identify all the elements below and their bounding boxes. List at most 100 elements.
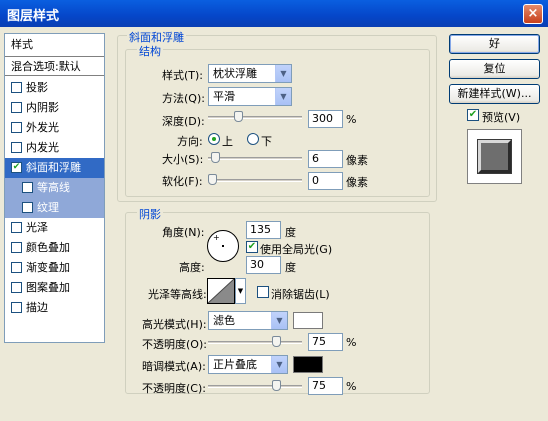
style-checkbox[interactable] [11,262,22,273]
style-list-item[interactable]: 等高线 [5,178,104,198]
style-checkbox[interactable] [22,202,33,213]
depth-input[interactable]: 300 [308,110,343,128]
style-checkbox[interactable] [11,282,22,293]
style-list-item-label: 内发光 [26,141,59,154]
style-checkbox[interactable]: ✔ [11,162,22,173]
style-list-item-label: 斜面和浮雕 [26,161,81,174]
style-preview [467,129,522,184]
style-list-item-label: 描边 [26,301,48,314]
shadow-color-swatch[interactable] [293,356,323,373]
style-checkbox[interactable] [11,142,22,153]
size-unit: 像素 [346,154,368,167]
direction-down-radio[interactable] [247,133,259,145]
crosshair-icon: + [213,233,220,242]
shadow-opacity-input[interactable]: 75 [308,377,343,395]
antialias-label: 消除锯齿(L) [271,288,330,301]
altitude-unit: 度 [285,261,296,274]
highlight-mode-select[interactable]: 滤色 ▼ [208,311,288,330]
blend-options-item[interactable]: 混合选项:默认 [5,56,104,76]
style-list-item[interactable]: 纹理 [5,198,104,218]
style-list-item[interactable]: 内发光 [5,138,104,158]
ok-button[interactable]: 好 [449,34,540,54]
shadow-opacity-thumb[interactable] [272,380,281,391]
highlight-opacity-input[interactable]: 75 [308,333,343,351]
style-label: 样式(T): [162,69,204,82]
style-list-item[interactable]: 描边 [5,298,104,318]
shadow-mode-value: 正片叠底 [213,358,257,371]
shadow-opacity-unit: % [346,380,357,393]
highlight-mode-label: 高光模式(H): [142,318,207,331]
style-list-item[interactable]: ✔ 斜面和浮雕 [5,158,104,178]
soften-slider-track[interactable] [208,179,302,182]
style-select-value: 枕状浮雕 [213,67,257,80]
angle-wheel-center [222,245,224,247]
blend-options-label: 混合选项:默认 [11,60,81,73]
depth-unit: % [346,113,357,126]
new-style-button[interactable]: 新建样式(W)... [449,84,540,104]
depth-slider-thumb[interactable] [234,111,243,122]
preview-checkbox[interactable]: ✔ [467,109,479,121]
shadow-opacity-track[interactable] [208,385,302,388]
style-list-item[interactable]: 图案叠加 [5,278,104,298]
chevron-down-icon: ▼ [271,356,287,373]
size-slider-track[interactable] [208,157,302,160]
size-input[interactable]: 6 [308,150,343,168]
depth-slider-track[interactable] [208,116,302,119]
global-light-checkbox[interactable]: ✔ [246,241,258,253]
style-list-item[interactable]: 投影 [5,78,104,98]
soften-slider-thumb[interactable] [208,174,217,185]
gloss-contour-label: 光泽等高线: [148,288,207,301]
chevron-down-icon[interactable]: ▼ [235,278,246,304]
style-checkbox[interactable] [11,102,22,113]
technique-select-value: 平滑 [213,90,235,103]
angle-input[interactable]: 135 [246,221,281,239]
title-bar: 图层样式 × [0,0,548,27]
shadow-opacity-label: 不透明度(C): [142,382,206,395]
preview-swatch [478,140,511,173]
style-checkbox[interactable] [11,122,22,133]
close-icon[interactable]: × [523,4,543,24]
chevron-down-icon: ▼ [275,88,291,105]
size-label: 大小(S): [162,153,204,166]
style-list-item[interactable]: 颜色叠加 [5,238,104,258]
highlight-opacity-thumb[interactable] [272,336,281,347]
style-list-item-label: 外发光 [26,121,59,134]
dialog-body: 样式 混合选项:默认 投影内阴影外发光内发光 ✔ 斜面和浮雕等高线纹理光泽颜色叠加渐… [0,27,548,421]
highlight-mode-value: 滤色 [213,314,235,327]
highlight-color-swatch[interactable] [293,312,323,329]
chevron-down-icon: ▼ [275,65,291,82]
shadow-mode-select[interactable]: 正片叠底 ▼ [208,355,288,374]
soften-input[interactable]: 0 [308,172,343,190]
direction-up-label: 上 [222,135,233,148]
style-checkbox[interactable] [11,82,22,93]
style-list-item-label: 等高线 [37,181,70,194]
highlight-opacity-unit: % [346,336,357,349]
style-list-item-label: 投影 [26,81,48,94]
direction-up-radio[interactable] [208,133,220,145]
style-list-item[interactable]: 内阴影 [5,98,104,118]
technique-select[interactable]: 平滑 ▼ [208,87,292,106]
style-select[interactable]: 枕状浮雕 ▼ [208,64,292,83]
style-list-item[interactable]: 外发光 [5,118,104,138]
contour-curve-icon [207,278,235,304]
style-checkbox[interactable] [11,242,22,253]
gloss-contour-picker[interactable] [207,278,235,304]
antialias-checkbox[interactable] [257,286,269,298]
style-list-item-label: 光泽 [26,221,48,234]
reset-button[interactable]: 复位 [449,59,540,79]
angle-wheel[interactable]: + [207,230,239,262]
style-list-item-label: 颜色叠加 [26,241,70,254]
style-checkbox[interactable] [11,302,22,313]
style-list-item[interactable]: 渐变叠加 [5,258,104,278]
angle-label: 角度(N): [162,226,205,239]
altitude-input[interactable]: 30 [246,256,281,274]
style-list-item-label: 图案叠加 [26,281,70,294]
style-list-header[interactable]: 样式 [5,35,104,55]
style-checkbox[interactable] [11,222,22,233]
size-slider-thumb[interactable] [211,152,220,163]
soften-unit: 像素 [346,176,368,189]
style-list-item[interactable]: 光泽 [5,218,104,238]
highlight-opacity-track[interactable] [208,341,302,344]
altitude-label: 高度: [179,261,205,274]
style-checkbox[interactable] [22,182,33,193]
